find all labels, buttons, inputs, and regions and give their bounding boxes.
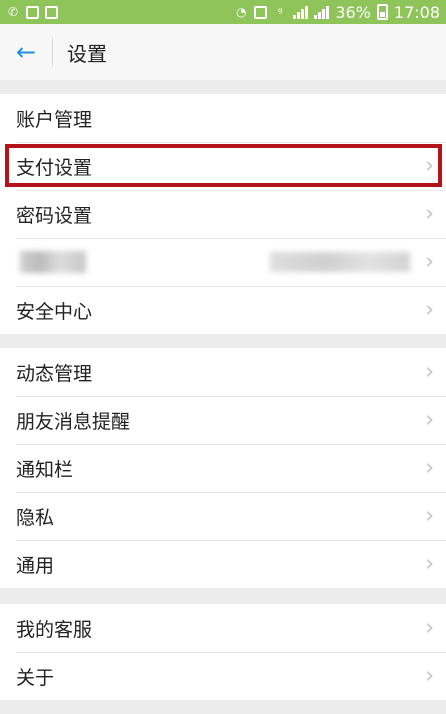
chevron-right-icon: › — [425, 249, 434, 275]
settings-group-support: 我的客服 › 关于 › — [0, 604, 446, 700]
sim-icon — [254, 5, 268, 19]
status-bar-left: ✆ — [6, 5, 58, 19]
settings-item-password-settings[interactable]: 密码设置 › — [0, 190, 446, 238]
chevron-right-icon: › — [425, 455, 434, 481]
chevron-right-icon: › — [425, 201, 434, 227]
settings-group-social: 动态管理 › 朋友消息提醒 › 通知栏 › 隐私 › 通用 › — [0, 348, 446, 588]
settings-item-label: 关于 — [16, 666, 55, 689]
status-bar-right: ◔ ᵍ 36% 17:08 — [234, 3, 440, 22]
settings-item-label: 账户管理 — [16, 108, 93, 131]
image-icon — [26, 5, 39, 19]
clock: 17:08 — [393, 2, 440, 22]
settings-item-notification-bar[interactable]: 通知栏 › — [0, 444, 446, 492]
page-title: 设置 — [67, 41, 107, 66]
settings-item-label: 我的客服 — [16, 618, 93, 641]
blurred-value — [270, 252, 410, 272]
header-divider — [52, 38, 53, 66]
settings-item-label: 通用 — [16, 554, 55, 577]
settings-item-label: 支付设置 — [16, 156, 93, 179]
blurred-label — [20, 251, 86, 273]
status-bar: ✆ ◔ ᵍ 36% 17:08 — [0, 0, 446, 24]
chevron-right-icon: › — [425, 153, 434, 179]
chevron-right-icon: › — [425, 615, 434, 641]
settings-item-customer-service[interactable]: 我的客服 › — [0, 604, 446, 652]
settings-item-about[interactable]: 关于 › — [0, 652, 446, 700]
settings-item-friend-notifications[interactable]: 朋友消息提醒 › — [0, 396, 446, 444]
settings-item-label: 朋友消息提醒 — [16, 410, 131, 433]
settings-item-general[interactable]: 通用 › — [0, 540, 446, 588]
wifi-icon: ◔ — [236, 5, 247, 19]
back-button[interactable]: ← — [0, 24, 52, 80]
settings-item-label: 密码设置 — [16, 204, 93, 227]
arrow-left-icon: ← — [15, 38, 37, 66]
settings-item-label: 通知栏 — [16, 458, 74, 481]
signal-icon — [293, 5, 309, 19]
settings-item-moments-management[interactable]: 动态管理 › — [0, 348, 446, 396]
settings-item-label: 隐私 — [16, 506, 55, 529]
settings-item-security-center[interactable]: 安全中心 › — [0, 286, 446, 334]
chevron-right-icon: › — [425, 503, 434, 529]
phone-icon: ✆ — [7, 5, 19, 19]
signal-icon-2 — [314, 5, 330, 19]
roaming-icon: ᵍ — [277, 5, 283, 19]
settings-item-label: 安全中心 — [16, 300, 93, 323]
top-app-bar: ← 设置 — [0, 24, 446, 80]
chevron-right-icon: › — [425, 551, 434, 577]
settings-group-account: 账户管理 支付设置 › 密码设置 › › 安全中心 › — [0, 94, 446, 334]
settings-item-privacy[interactable]: 隐私 › — [0, 492, 446, 540]
chevron-right-icon: › — [425, 407, 434, 433]
settings-item-account-management[interactable]: 账户管理 — [0, 94, 446, 142]
battery-icon — [376, 4, 388, 20]
chevron-right-icon: › — [425, 297, 434, 323]
storage-icon — [45, 5, 58, 19]
chevron-right-icon: › — [425, 359, 434, 385]
settings-item-payment-settings[interactable]: 支付设置 › — [0, 142, 446, 190]
chevron-right-icon: › — [425, 663, 434, 689]
battery-percent: 36% — [335, 2, 371, 22]
settings-item-label: 动态管理 — [16, 362, 93, 385]
settings-item-blurred[interactable]: › — [0, 238, 446, 286]
